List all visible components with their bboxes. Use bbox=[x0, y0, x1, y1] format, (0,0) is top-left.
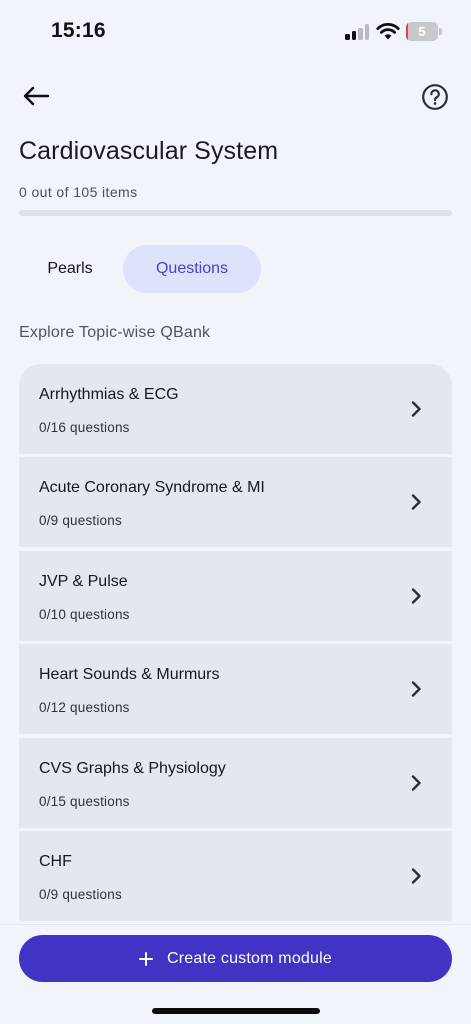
create-custom-module-button[interactable]: Create custom module bbox=[19, 935, 452, 982]
chevron-right-icon bbox=[411, 588, 421, 604]
topic-name: JVP & Pulse bbox=[39, 573, 128, 590]
chevron-right-icon bbox=[411, 494, 421, 510]
topic-name: Heart Sounds & Murmurs bbox=[39, 666, 220, 683]
battery-level: 5 bbox=[418, 24, 426, 39]
status-time: 15:16 bbox=[51, 19, 106, 42]
topic-item-cvs-graphs-physiology[interactable]: CVS Graphs & Physiology 0/15 questions bbox=[19, 738, 452, 828]
battery-body: 5 bbox=[406, 22, 438, 41]
chevron-right-icon bbox=[411, 401, 421, 417]
topic-question-count: 0/15 questions bbox=[39, 794, 130, 809]
app-screen: 15:16 5 Cardiovascular System 0 out of 1… bbox=[0, 0, 471, 1024]
tab-questions[interactable]: Questions bbox=[123, 245, 261, 293]
status-bar: 15:16 5 bbox=[0, 0, 471, 62]
section-label: Explore Topic-wise QBank bbox=[19, 324, 211, 341]
topic-item-acute-coronary-syndrome[interactable]: Acute Coronary Syndrome & MI 0/9 questio… bbox=[19, 457, 452, 547]
topic-item-chf[interactable]: CHF 0/9 questions bbox=[19, 831, 452, 921]
back-button[interactable] bbox=[18, 78, 54, 114]
chevron-right-icon bbox=[411, 681, 421, 697]
cellular-signal-icon bbox=[345, 23, 369, 40]
topic-question-count: 0/10 questions bbox=[39, 607, 130, 622]
help-button[interactable] bbox=[418, 80, 452, 114]
home-indicator[interactable] bbox=[152, 1008, 320, 1014]
topic-question-count: 0/12 questions bbox=[39, 700, 130, 715]
topic-name: Arrhythmias & ECG bbox=[39, 386, 179, 403]
plus-icon bbox=[139, 951, 154, 966]
topic-question-count: 0/9 questions bbox=[39, 513, 122, 528]
chevron-right-icon bbox=[411, 775, 421, 791]
chevron-right-icon bbox=[411, 868, 421, 884]
topic-question-count: 0/9 questions bbox=[39, 887, 122, 902]
topic-item-jvp-pulse[interactable]: JVP & Pulse 0/10 questions bbox=[19, 551, 452, 641]
tab-pearls[interactable]: Pearls bbox=[20, 245, 120, 293]
topic-item-arrhythmias-ecg[interactable]: Arrhythmias & ECG 0/16 questions bbox=[19, 364, 452, 454]
topic-name: CHF bbox=[39, 853, 72, 870]
topic-list: Arrhythmias & ECG 0/16 questions Acute C… bbox=[19, 364, 452, 924]
topic-item-heart-sounds-murmurs[interactable]: Heart Sounds & Murmurs 0/12 questions bbox=[19, 644, 452, 734]
topic-name: CVS Graphs & Physiology bbox=[39, 760, 226, 777]
arrow-left-icon bbox=[23, 86, 50, 106]
topic-name: Acute Coronary Syndrome & MI bbox=[39, 479, 265, 496]
page-title: Cardiovascular System bbox=[19, 137, 279, 165]
topic-question-count: 0/16 questions bbox=[39, 420, 130, 435]
battery-icon: 5 bbox=[406, 22, 442, 41]
create-custom-module-label: Create custom module bbox=[167, 949, 332, 967]
progress-text: 0 out of 105 items bbox=[19, 184, 138, 200]
question-circle-icon bbox=[422, 84, 448, 110]
progress-bar bbox=[19, 210, 452, 216]
wifi-icon bbox=[376, 22, 400, 40]
